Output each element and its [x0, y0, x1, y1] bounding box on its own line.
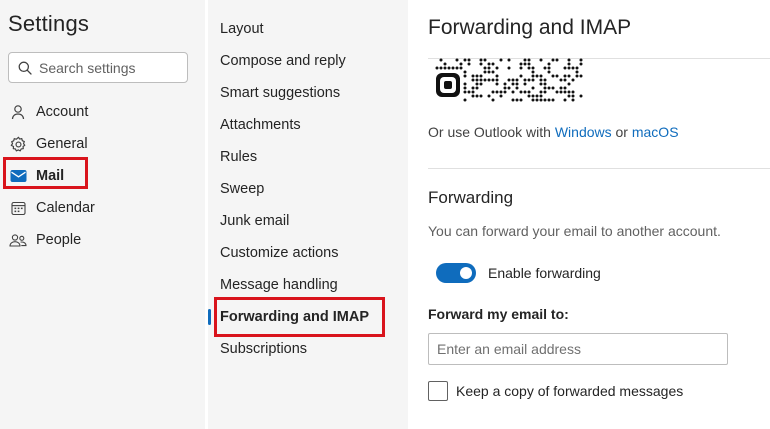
macos-link[interactable]: macOS [632, 124, 679, 140]
forwarding-description: You can forward your email to another ac… [428, 223, 721, 239]
search-box[interactable] [8, 52, 188, 83]
calendar-icon [9, 199, 27, 217]
nav-subscriptions[interactable]: Subscriptions [220, 335, 307, 363]
nav-junk-email[interactable]: Junk email [220, 207, 289, 235]
nav-message-handling[interactable]: Message handling [220, 271, 338, 299]
nav-attachments[interactable]: Attachments [220, 111, 301, 139]
people-icon [9, 231, 27, 249]
qr-code-image [435, 58, 583, 102]
selected-indicator [208, 309, 211, 325]
forwarding-heading: Forwarding [428, 188, 514, 207]
settings-title: Settings [8, 11, 90, 36]
nav-item-label: People [36, 232, 82, 248]
gear-icon [9, 135, 27, 153]
keep-copy-label: Keep a copy of forwarded messages [456, 383, 684, 399]
nav-item-mail[interactable]: Mail [0, 160, 205, 192]
toggle-knob [460, 267, 472, 279]
nav-customize-actions[interactable]: Customize actions [220, 239, 338, 267]
nav-item-label: Calendar [36, 200, 95, 216]
nav-item-account[interactable]: Account [0, 96, 205, 128]
nav-item-label: General [36, 136, 88, 152]
nav-sweep[interactable]: Sweep [220, 175, 264, 203]
nav-compose-and-reply[interactable]: Compose and reply [220, 47, 346, 75]
enable-forwarding-label: Enable forwarding [488, 265, 601, 281]
pane-title: Forwarding and IMAP [428, 16, 632, 39]
nav-item-calendar[interactable]: Calendar [0, 192, 205, 224]
enable-forwarding-toggle[interactable] [436, 263, 476, 283]
person-icon [9, 103, 27, 121]
nav-forwarding-and-imap[interactable]: Forwarding and IMAP [220, 303, 369, 331]
nav-item-label: Account [36, 104, 89, 120]
mail-icon [9, 167, 27, 185]
settings-pane: Forwarding and IMAP Or use Outlook with … [408, 0, 770, 429]
windows-link[interactable]: Windows [555, 124, 612, 140]
outlook-apps-line: Or use Outlook with Windows or macOS [428, 124, 679, 140]
section-divider [428, 168, 770, 169]
settings-nav: Account General Mail Calendar People [0, 96, 205, 256]
nav-smart-suggestions[interactable]: Smart suggestions [220, 79, 340, 107]
or-text: or [611, 124, 632, 140]
nav-item-people[interactable]: People [0, 224, 205, 256]
nav-item-label: Mail [36, 168, 65, 184]
nav-rules[interactable]: Rules [220, 143, 257, 171]
outlook-prefix-text: Or use Outlook with [428, 124, 555, 140]
forward-to-label: Forward my email to: [428, 306, 569, 322]
search-icon [18, 61, 32, 75]
search-input[interactable] [39, 59, 179, 76]
settings-sidebar: Settings Account General Mail [0, 0, 205, 429]
mail-settings-nav: Layout Compose and reply Smart suggestio… [208, 0, 408, 429]
nav-item-general[interactable]: General [0, 128, 205, 160]
forward-email-input[interactable] [428, 333, 728, 365]
keep-copy-checkbox[interactable] [428, 381, 448, 401]
nav-layout[interactable]: Layout [220, 15, 264, 43]
